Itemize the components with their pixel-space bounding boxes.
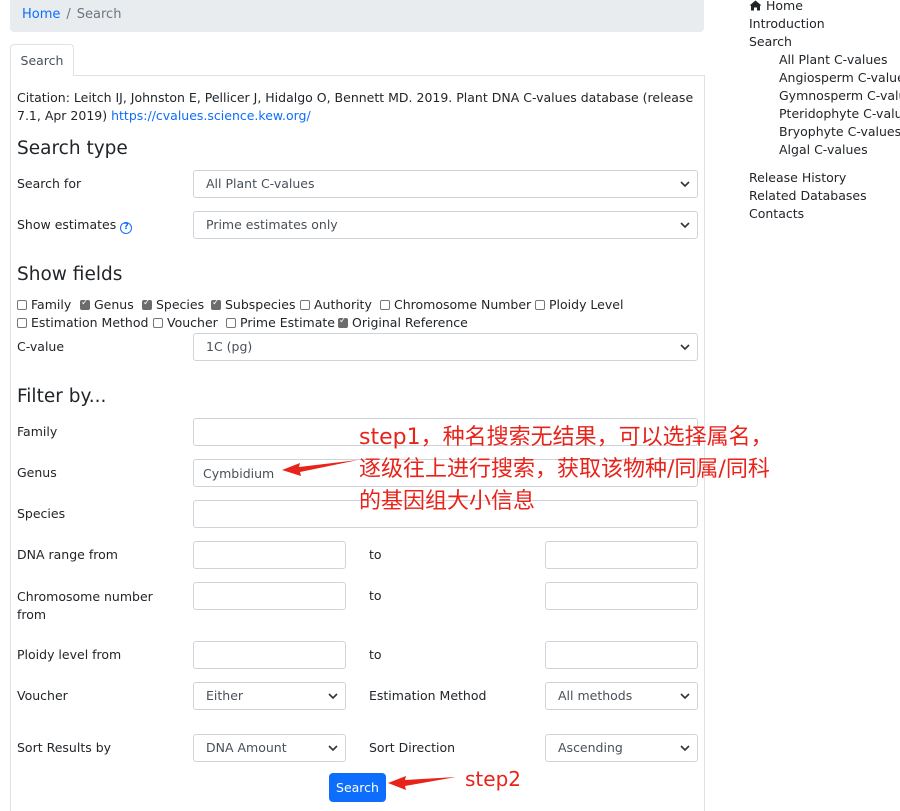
search-for-value: All Plant C-values — [206, 176, 315, 191]
arrow-icon — [388, 776, 456, 790]
sort-results-select[interactable]: DNA Amount — [193, 734, 346, 762]
sort-results-label: Sort Results by — [17, 740, 112, 755]
sidebar-item-introduction[interactable]: Introduction — [749, 15, 900, 33]
sidebar-item-angiosperm[interactable]: Angiosperm C-values — [779, 69, 900, 87]
show-estimates-select[interactable]: Prime estimates only — [193, 211, 698, 239]
dna-range-to-label: to — [369, 547, 382, 562]
estimation-method-select[interactable]: All methods — [545, 682, 698, 710]
ploidy-to-label: to — [369, 647, 382, 662]
sidebar-item-bryophyte[interactable]: Bryophyte C-values — [779, 123, 900, 141]
checkbox-box[interactable] — [211, 298, 221, 310]
checkbox-ploidy-level[interactable]: Ploidy Level — [535, 297, 623, 312]
search-for-label: Search for — [17, 176, 82, 191]
species-label: Species — [17, 506, 66, 521]
breadcrumb: Home / Search — [10, 0, 704, 32]
estimation-method-label: Estimation Method — [369, 688, 487, 703]
checkbox-box[interactable] — [226, 318, 236, 328]
genus-label: Genus — [17, 465, 57, 480]
arrow-icon — [282, 460, 358, 476]
search-for-select[interactable]: All Plant C-values — [193, 170, 698, 198]
ploidy-to-input[interactable] — [545, 641, 698, 669]
search-type-heading: Search type — [17, 138, 128, 159]
voucher-value: Either — [206, 688, 244, 703]
sidebar-item-search[interactable]: Search — [749, 33, 900, 51]
checkbox-species[interactable]: Species — [142, 297, 204, 312]
checkbox-family[interactable]: Family — [17, 297, 71, 312]
tab-search[interactable]: Search — [10, 44, 74, 76]
breadcrumb-separator: / — [66, 7, 71, 22]
step1-annotation: step1，种名搜索无结果，可以选择属名， 逐级往上进行搜索，获取该物种/同属/… — [359, 425, 773, 514]
checkbox-box[interactable] — [80, 298, 90, 310]
checkbox-voucher[interactable]: Voucher — [153, 315, 218, 330]
sidebar-item-algal[interactable]: Algal C-values — [779, 141, 900, 159]
chevron-down-icon — [680, 693, 690, 700]
ploidy-from-input[interactable] — [193, 641, 346, 669]
checkbox-subspecies[interactable]: Subspecies — [211, 297, 295, 312]
home-icon — [749, 0, 762, 11]
cvalue-label: C-value — [17, 339, 65, 354]
checkbox-box[interactable] — [380, 300, 390, 310]
breadcrumb-home-link[interactable]: Home — [22, 7, 60, 22]
chevron-down-icon — [680, 745, 690, 752]
checkbox-box[interactable] — [142, 298, 152, 310]
checkbox-estimation-method[interactable]: Estimation Method — [17, 315, 148, 330]
dna-range-from-input[interactable] — [193, 541, 346, 569]
panel-border-left — [10, 75, 11, 811]
dna-range-label: DNA range from — [17, 547, 118, 562]
estimation-method-value: All methods — [558, 688, 633, 703]
checkbox-genus[interactable]: Genus — [80, 297, 134, 312]
checkbox-box[interactable] — [17, 300, 27, 310]
show-estimates-label: Show estimates? — [17, 217, 133, 234]
sidebar-item-contacts[interactable]: Contacts — [749, 205, 900, 223]
show-fields-heading: Show fields — [17, 264, 123, 285]
filter-heading: Filter by... — [17, 386, 107, 407]
chevron-down-icon — [680, 344, 690, 351]
family-label: Family — [17, 424, 58, 439]
voucher-select[interactable]: Either — [193, 682, 346, 710]
chromosome-label: Chromosome number from — [17, 589, 153, 622]
chromosome-to-label: to — [369, 588, 382, 603]
breadcrumb-current: Search — [76, 7, 122, 22]
checkbox-box[interactable] — [300, 300, 310, 310]
voucher-label: Voucher — [17, 688, 68, 703]
sort-direction-select[interactable]: Ascending — [545, 734, 698, 762]
sidebar-item-release-history[interactable]: Release History — [749, 169, 900, 187]
step2-annotation: step2 — [465, 767, 521, 791]
cvalue-select[interactable]: 1C (pg) — [193, 333, 698, 361]
checkbox-original-reference[interactable]: Original Reference — [338, 315, 468, 330]
chevron-down-icon — [680, 181, 690, 188]
help-icon[interactable]: ? — [120, 222, 133, 234]
cvalue-value: 1C (pg) — [206, 339, 253, 354]
checkbox-box[interactable] — [17, 318, 27, 328]
chevron-down-icon — [680, 222, 690, 229]
sort-results-value: DNA Amount — [206, 740, 287, 755]
show-estimates-value: Prime estimates only — [206, 217, 338, 232]
checkbox-authority[interactable]: Authority — [300, 297, 372, 312]
citation-link[interactable]: https://cvalues.science.kew.org/ — [111, 108, 311, 123]
sort-direction-label: Sort Direction — [369, 740, 456, 755]
checkbox-chromosome-number[interactable]: Chromosome Number — [380, 297, 531, 312]
sidebar-item-gymnosperm[interactable]: Gymnosperm C-value — [779, 87, 900, 105]
chevron-down-icon — [328, 693, 338, 700]
tab-divider — [74, 75, 704, 76]
sidebar-item-all-plant[interactable]: All Plant C-values — [779, 51, 900, 69]
chromosome-from-input[interactable] — [193, 582, 346, 610]
checkbox-box[interactable] — [153, 318, 163, 328]
dna-range-to-input[interactable] — [545, 541, 698, 569]
sidebar-subnav: All Plant C-values Angiosperm C-values G… — [749, 51, 900, 159]
search-button[interactable]: Search — [329, 773, 386, 802]
chevron-down-icon — [328, 745, 338, 752]
sidebar-item-home[interactable]: Home — [749, 0, 900, 15]
sort-direction-value: Ascending — [558, 740, 623, 755]
sidebar-item-related-databases[interactable]: Related Databases — [749, 187, 900, 205]
sidebar-item-pteridophyte[interactable]: Pteridophyte C-value — [779, 105, 900, 123]
checkbox-prime-estimate[interactable]: Prime Estimate — [226, 315, 335, 330]
checkbox-box[interactable] — [338, 316, 348, 328]
citation: Citation: Leitch IJ, Johnston E, Pellice… — [17, 89, 699, 125]
chromosome-to-input[interactable] — [545, 582, 698, 610]
checkbox-box[interactable] — [535, 300, 545, 310]
sidebar-nav: Home Introduction Search All Plant C-val… — [749, 0, 900, 223]
ploidy-label: Ploidy level from — [17, 647, 122, 662]
